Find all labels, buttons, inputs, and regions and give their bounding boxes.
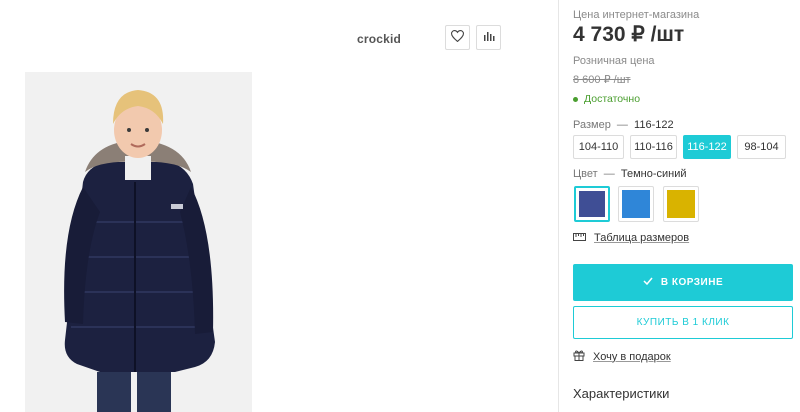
color-selected: Темно-синий	[620, 168, 687, 180]
size-selected: 116-122	[634, 119, 674, 131]
color-swatch[interactable]	[663, 186, 699, 222]
online-price: 4 730 ₽ /шт	[573, 23, 685, 46]
characteristics-heading[interactable]: Характеристики	[573, 386, 669, 401]
retail-price: 8 600 ₽ /шт	[573, 74, 631, 86]
color-swatch[interactable]	[618, 186, 654, 222]
size-option[interactable]: 104-110	[573, 135, 624, 159]
product-gallery: crockid	[0, 0, 558, 412]
compare-button[interactable]	[476, 25, 501, 50]
size-chart-link[interactable]: Таблица размеров	[573, 232, 689, 244]
divider	[558, 0, 559, 412]
size-label: Размер	[573, 119, 611, 131]
size-option[interactable]: 110-116	[630, 135, 677, 159]
color-label-row: Цвет — Темно-синий	[573, 168, 687, 180]
brand-logo[interactable]: crockid	[357, 32, 401, 46]
stock-status: Достаточно	[573, 93, 640, 105]
in-cart-button[interactable]: В КОРЗИНЕ	[573, 264, 793, 301]
retail-price-label: Розничная цена	[573, 55, 655, 67]
buy-one-click-button[interactable]: КУПИТЬ В 1 КЛИК	[573, 306, 793, 339]
product-image[interactable]	[25, 72, 252, 412]
bar-chart-icon	[483, 29, 495, 47]
gift-icon	[573, 349, 585, 364]
size-option[interactable]: 98-104	[737, 135, 786, 159]
size-option-selected[interactable]: 116-122	[683, 135, 731, 159]
stock-dot-icon	[573, 96, 578, 102]
check-icon	[643, 277, 653, 288]
online-price-label: Цена интернет-магазина	[573, 9, 700, 21]
product-panel: Цена интернет-магазина 4 730 ₽ /шт Розни…	[573, 0, 800, 412]
color-label: Цвет	[573, 168, 598, 180]
ruler-icon	[573, 232, 586, 244]
wishlist-button[interactable]	[445, 25, 470, 50]
size-label-row: Размер — 116-122	[573, 119, 674, 131]
stock-status-text: Достаточно	[584, 93, 641, 105]
heart-icon	[450, 29, 465, 47]
color-swatch-selected[interactable]	[574, 186, 610, 222]
gift-link[interactable]: Хочу в подарок	[573, 349, 671, 364]
